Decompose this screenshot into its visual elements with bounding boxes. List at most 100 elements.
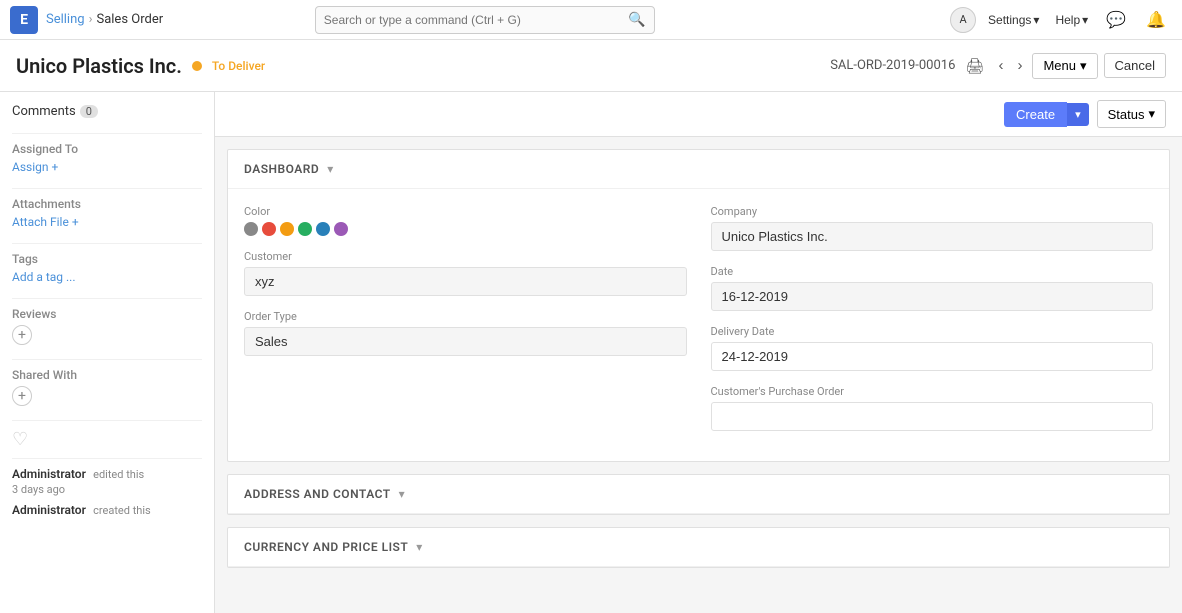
- assign-action[interactable]: Assign +: [12, 160, 202, 174]
- company-input[interactable]: [711, 222, 1154, 251]
- address-chevron-icon: ▾: [399, 487, 405, 501]
- form-left-col: Color Custome: [244, 205, 687, 445]
- date-group: Date: [711, 265, 1154, 311]
- breadcrumb-selling[interactable]: Selling: [46, 12, 85, 27]
- color-swatch-red[interactable]: [262, 222, 276, 236]
- menu-chevron-icon: ▾: [1080, 58, 1087, 74]
- edited-text: edited this: [93, 468, 144, 481]
- form-right-col: Company Date Delivery Date Customer: [711, 205, 1154, 445]
- search-bar[interactable]: 🔍: [315, 6, 655, 34]
- sidebar-reviews-section: Reviews +: [12, 307, 202, 345]
- menu-button[interactable]: Menu ▾: [1032, 53, 1097, 79]
- dashboard-card-body: Color Custome: [228, 189, 1169, 461]
- search-input[interactable]: [324, 13, 623, 27]
- breadcrumb-sales-order[interactable]: Sales Order: [96, 12, 163, 27]
- topnav-right: A Settings ▾ Help ▾ 💬 🔔: [950, 7, 1172, 33]
- color-swatch-purple[interactable]: [334, 222, 348, 236]
- date-input[interactable]: [711, 282, 1154, 311]
- print-button[interactable]: 🖨: [961, 55, 988, 77]
- form-two-col: Color Custome: [244, 205, 1153, 445]
- add-review-button[interactable]: +: [12, 325, 32, 345]
- breadcrumb-sep-1: ›: [89, 12, 93, 27]
- created-text: created this: [93, 504, 151, 517]
- order-number: SAL-ORD-2019-00016: [830, 58, 955, 73]
- tags-label: Tags: [12, 252, 202, 266]
- sidebar-attachments-section: Attachments Attach File +: [12, 197, 202, 229]
- bell-icon-button[interactable]: 🔔: [1140, 8, 1172, 32]
- color-group: Color: [244, 205, 687, 236]
- status-label: To Deliver: [212, 59, 265, 73]
- order-type-input[interactable]: [244, 327, 687, 356]
- color-swatch-orange[interactable]: [280, 222, 294, 236]
- dashboard-card: DASHBOARD ▾ Color: [227, 149, 1170, 462]
- settings-button[interactable]: Settings ▾: [984, 11, 1043, 29]
- color-swatch-blue[interactable]: [316, 222, 330, 236]
- plus-icon: +: [52, 160, 59, 174]
- address-title: ADDRESS AND CONTACT: [244, 487, 391, 501]
- color-swatch-gray[interactable]: [244, 222, 258, 236]
- add-shared-button[interactable]: +: [12, 386, 32, 406]
- sidebar-activity-section: Administrator edited this 3 days ago Adm…: [12, 467, 202, 518]
- comments-count: 0: [80, 105, 98, 118]
- attach-file-action[interactable]: Attach File +: [12, 215, 202, 229]
- shared-with-label: Shared With: [12, 368, 202, 382]
- purchase-order-input[interactable]: [711, 402, 1154, 431]
- admin-created-name: Administrator: [12, 503, 86, 517]
- cancel-button[interactable]: Cancel: [1104, 53, 1166, 78]
- prev-button[interactable]: ‹: [994, 55, 1007, 76]
- app-icon[interactable]: E: [10, 6, 38, 34]
- address-card-header[interactable]: ADDRESS AND CONTACT ▾: [228, 475, 1169, 514]
- company-label: Company: [711, 205, 1154, 218]
- currency-card-header[interactable]: CURRENCY AND PRICE LIST ▾: [228, 528, 1169, 567]
- purchase-order-label: Customer's Purchase Order: [711, 385, 1154, 398]
- dashboard-title: DASHBOARD: [244, 162, 319, 176]
- content-area: Create ▾ Status ▾ DASHBOARD ▾ Color: [215, 92, 1182, 613]
- sidebar-assigned-section: Assigned To Assign +: [12, 142, 202, 174]
- address-card: ADDRESS AND CONTACT ▾: [227, 474, 1170, 515]
- main-layout: Comments 0 Assigned To Assign + Attachme…: [0, 92, 1182, 613]
- page-header-right: SAL-ORD-2019-00016 🖨 ‹ › Menu ▾ Cancel: [830, 53, 1166, 79]
- customer-input[interactable]: [244, 267, 687, 296]
- page-title: Unico Plastics Inc.: [16, 54, 182, 78]
- sidebar-shared-section: Shared With +: [12, 368, 202, 406]
- order-type-label: Order Type: [244, 310, 687, 323]
- top-navbar: E Selling › Sales Order 🔍 A Settings ▾ H…: [0, 0, 1182, 40]
- add-tag-action[interactable]: Add a tag ...: [12, 270, 202, 284]
- delivery-date-input[interactable]: [711, 342, 1154, 371]
- customer-label: Customer: [244, 250, 687, 263]
- heart-section: ♡: [12, 429, 202, 450]
- status-dropdown-button[interactable]: Status ▾: [1097, 100, 1166, 128]
- user-avatar[interactable]: A: [950, 7, 976, 33]
- plus-icon: +: [72, 215, 79, 229]
- delivery-date-group: Delivery Date: [711, 325, 1154, 371]
- order-type-group: Order Type: [244, 310, 687, 356]
- heart-icon[interactable]: ♡: [12, 429, 28, 450]
- status-dot: [192, 61, 202, 71]
- search-icon: 🔍: [628, 12, 645, 28]
- help-button[interactable]: Help ▾: [1051, 11, 1092, 29]
- currency-title: CURRENCY AND PRICE LIST: [244, 540, 408, 554]
- dashboard-chevron-icon: ▾: [327, 162, 333, 176]
- create-button[interactable]: Create: [1004, 102, 1067, 127]
- next-button[interactable]: ›: [1013, 55, 1026, 76]
- admin-edited-name: Administrator: [12, 467, 86, 481]
- color-picker[interactable]: [244, 222, 687, 236]
- purchase-order-group: Customer's Purchase Order: [711, 385, 1154, 431]
- currency-card: CURRENCY AND PRICE LIST ▾: [227, 527, 1170, 568]
- customer-group: Customer: [244, 250, 687, 296]
- status-dropdown-label: Status: [1108, 107, 1145, 122]
- currency-chevron-icon: ▾: [416, 540, 422, 554]
- sidebar-comments-section: Comments 0: [12, 104, 202, 119]
- edited-time: 3 days ago: [12, 483, 65, 496]
- color-label: Color: [244, 205, 687, 218]
- color-swatch-green[interactable]: [298, 222, 312, 236]
- content-topbar: Create ▾ Status ▾: [215, 92, 1182, 137]
- dashboard-card-header[interactable]: DASHBOARD ▾: [228, 150, 1169, 189]
- create-caret-button[interactable]: ▾: [1067, 103, 1089, 126]
- sidebar: Comments 0 Assigned To Assign + Attachme…: [0, 92, 215, 613]
- status-chevron-icon: ▾: [1148, 106, 1155, 122]
- reviews-label: Reviews: [12, 307, 202, 321]
- attachments-label: Attachments: [12, 197, 202, 211]
- delivery-date-label: Delivery Date: [711, 325, 1154, 338]
- chat-icon-button[interactable]: 💬: [1100, 8, 1132, 32]
